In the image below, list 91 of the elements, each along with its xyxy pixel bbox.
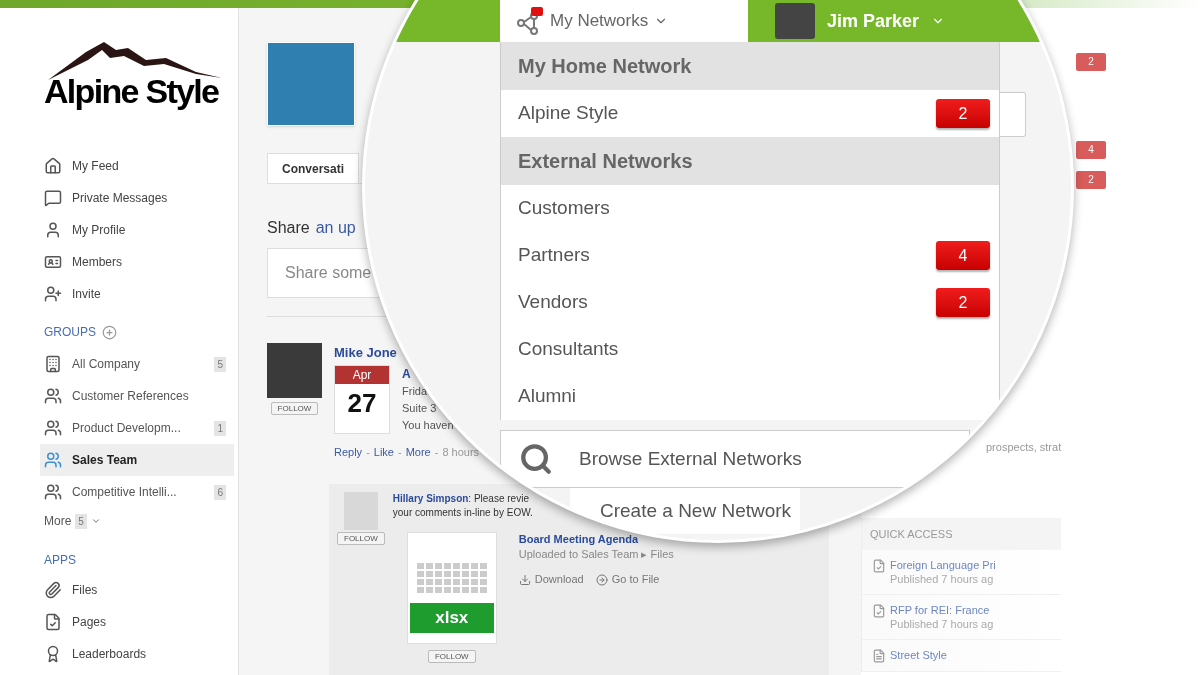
count-badge: 2: [1076, 171, 1106, 189]
avatar-placeholder: [343, 492, 378, 531]
follow-button[interactable]: FOLLOW: [427, 650, 476, 664]
arrow-circle-icon: [595, 573, 608, 586]
building-icon: [44, 355, 62, 373]
nav-link[interactable]: My Feed: [44, 150, 238, 182]
group-item[interactable]: Competitive Intelli... 6: [40, 476, 234, 508]
description-text: prospects, strat: [986, 440, 1062, 455]
network-icon: [516, 6, 544, 36]
action-link[interactable]: Reply: [334, 443, 363, 461]
date-day: 27: [347, 383, 377, 422]
share-link[interactable]: an up: [315, 216, 356, 241]
separator-text: -: [366, 444, 370, 460]
date-month: Apr: [335, 365, 389, 384]
people-icon: [44, 387, 62, 405]
count-badge: 6: [214, 484, 226, 500]
menu-section-header: External Networks: [501, 137, 999, 185]
menu-item[interactable]: Create a New Network: [570, 488, 800, 534]
nav-link[interactable]: My Profile: [44, 214, 238, 246]
quick-access-item[interactable]: Foreign Language Pri Published 7 hours ag: [862, 550, 1061, 595]
add-user-icon: [44, 285, 62, 303]
group-item[interactable]: All Company 5: [40, 348, 234, 380]
people-icon: [44, 451, 62, 469]
timestamp: 8 hours: [442, 444, 480, 460]
checked-page-icon: [872, 604, 886, 618]
menu-item[interactable]: Customers: [501, 185, 999, 232]
app-link[interactable]: Files: [44, 574, 238, 606]
avatar-placeholder: [267, 343, 322, 399]
event-text: You haven: [402, 417, 454, 433]
document-icon: [872, 649, 886, 663]
group-item[interactable]: Product Developm... 1: [40, 412, 234, 444]
logo[interactable]: Alpine Style: [44, 38, 224, 130]
tab[interactable]: Conversati: [267, 152, 360, 184]
count-badge: 4: [1076, 141, 1106, 159]
count-badge: 2: [1076, 53, 1106, 71]
networks-tab[interactable]: My Networks: [500, 0, 748, 42]
spreadsheet-grid-icon: [416, 563, 487, 594]
nav-link[interactable]: Invite: [44, 278, 238, 310]
more-dropdown[interactable]: More 5: [44, 508, 101, 534]
paperclip-icon: [44, 581, 62, 599]
count-badge: 2: [936, 99, 990, 128]
section-heading: APPS: [44, 552, 76, 569]
event-text: Suite 3: [402, 400, 437, 416]
home-icon: [44, 157, 62, 175]
chat-icon: [44, 189, 62, 207]
count-badge: 2: [936, 288, 990, 317]
follow-button[interactable]: FOLLOW: [337, 532, 385, 546]
panel-heading: QUICK ACCESS: [862, 517, 1061, 550]
section-heading: GROUPS: [44, 324, 96, 341]
checked-page-icon: [872, 559, 886, 573]
download-link[interactable]: Download: [518, 572, 584, 588]
count-badge: 5: [214, 356, 226, 372]
quick-access-item[interactable]: Street Style: [862, 640, 1061, 672]
event-text: Frida: [402, 383, 428, 399]
nav-link[interactable]: Members: [44, 246, 238, 278]
reply-text: Hillary Simpson: Please revie: [392, 492, 529, 507]
user-icon: [44, 221, 62, 239]
add-icon[interactable]: [102, 324, 117, 340]
separator-text: -: [434, 444, 439, 460]
app-link[interactable]: Pages: [44, 606, 238, 638]
follow-button[interactable]: FOLLOW: [270, 402, 319, 416]
menu-item[interactable]: Partners 4: [501, 232, 999, 279]
people-icon: [44, 483, 62, 501]
menu-item[interactable]: Alpine Style 2: [501, 90, 999, 137]
reply-text: your comments in-line by EOW.: [392, 506, 533, 521]
download-icon: [518, 573, 531, 586]
caret-icon: [90, 516, 101, 526]
file-location: Uploaded to Sales Team ▸ Files: [518, 547, 674, 563]
logo-text: Alpine Style: [44, 74, 219, 108]
nav-link[interactable]: Private Messages: [44, 182, 238, 214]
share-label: Share: [267, 218, 310, 239]
search-icon: [519, 442, 553, 476]
menu-item[interactable]: Vendors 2: [501, 279, 999, 326]
avatar-placeholder: [775, 3, 815, 39]
people-icon: [44, 419, 62, 437]
count-badge: 1: [214, 420, 226, 436]
quick-access-item[interactable]: RFP for REI: France Published 7 hours ag: [862, 595, 1061, 640]
app-link[interactable]: Leaderboards: [44, 638, 238, 670]
count-badge: 4: [936, 241, 990, 270]
menu-item[interactable]: Browse External Networks: [500, 430, 970, 488]
file-name[interactable]: Board Meeting Agenda: [518, 532, 639, 548]
menu-item[interactable]: Alumni: [501, 373, 999, 420]
checked-page-icon: [44, 613, 62, 631]
group-item[interactable]: Customer References: [40, 380, 234, 412]
menu-section-header: My Home Network: [501, 42, 999, 90]
group-item[interactable]: Sales Team: [40, 444, 234, 476]
id-card-icon: [44, 253, 62, 271]
go-to-file-link[interactable]: Go to File: [595, 572, 660, 588]
file-type-label: xlsx: [409, 603, 494, 634]
separator-text: -: [398, 444, 402, 460]
menu-item[interactable]: Consultants: [501, 326, 999, 373]
